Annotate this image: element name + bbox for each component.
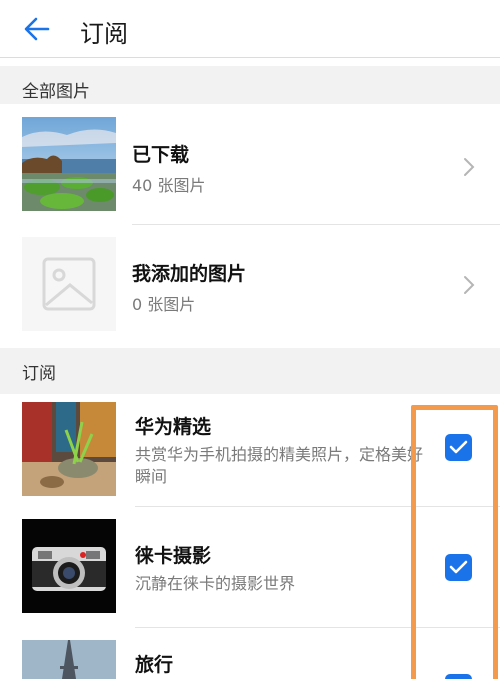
checkmark-icon <box>449 560 468 574</box>
huawei-selection-thumbnail <box>22 402 116 496</box>
chevron-right-icon <box>462 156 476 178</box>
subscription-description: 沉静在徕卡的摄影世界 <box>135 574 296 593</box>
subscription-title: 旅行 <box>135 654 174 676</box>
subscription-row-huawei[interactable]: 华为精选 共赏华为手机拍摄的精美照片，定格美好瞬间 <box>0 394 500 506</box>
album-title: 我添加的图片 <box>132 263 247 285</box>
subscription-description: 共赏华为手机拍摄的精美照片，定格美好瞬间 <box>135 445 424 486</box>
subscription-row-leica[interactable]: 徕卡摄影 沉静在徕卡的摄影世界 <box>0 507 500 627</box>
album-row-my-added[interactable]: 我添加的图片 0 张图片 <box>0 225 500 344</box>
subscription-checkbox[interactable] <box>445 674 472 679</box>
album-row-downloaded[interactable]: 已下载 40 张图片 <box>0 104 500 224</box>
subscription-checkbox[interactable] <box>445 434 472 461</box>
subscription-checkbox[interactable] <box>445 554 472 581</box>
subscription-row-travel[interactable]: 旅行 <box>0 628 500 679</box>
subscription-title: 华为精选 <box>135 416 212 438</box>
downloaded-thumbnail <box>22 117 116 211</box>
leica-camera-thumbnail <box>22 519 116 613</box>
image-placeholder-icon <box>22 237 116 331</box>
album-title: 已下载 <box>132 144 190 166</box>
album-count: 0 张图片 <box>132 295 196 314</box>
checkmark-icon <box>449 440 468 454</box>
section-subscriptions: 订阅 <box>0 348 500 394</box>
album-count: 40 张图片 <box>132 176 206 195</box>
subscription-title: 徕卡摄影 <box>135 545 212 567</box>
section-subscriptions-label: 订阅 <box>22 364 56 384</box>
travel-thumbnail <box>22 640 116 679</box>
page-title: 订阅 <box>80 20 128 48</box>
back-arrow-icon[interactable] <box>20 12 54 46</box>
app-header: 订阅 <box>0 0 500 58</box>
chevron-right-icon <box>462 274 476 296</box>
